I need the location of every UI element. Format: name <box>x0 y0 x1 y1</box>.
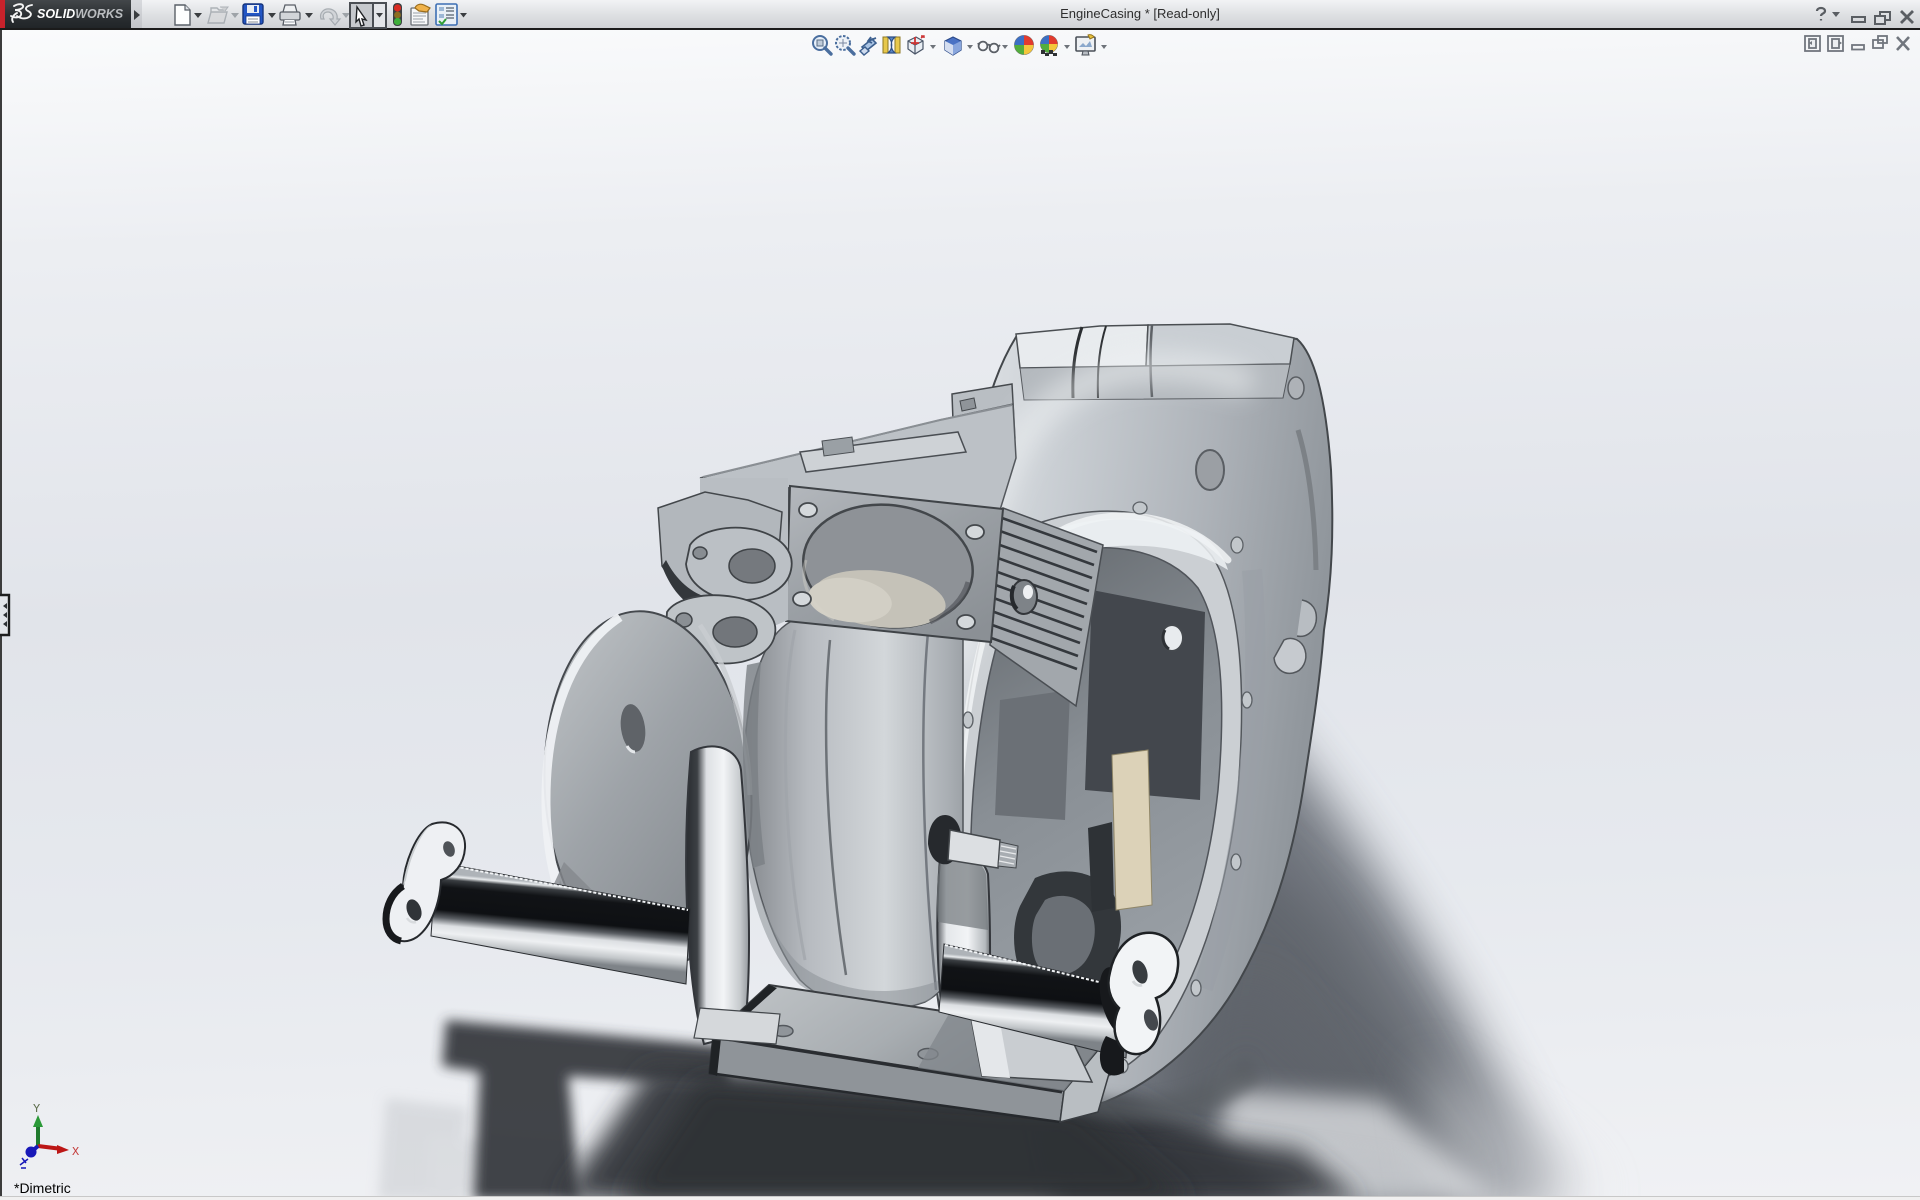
svg-text:SOLIDWORKS: SOLIDWORKS <box>37 7 124 21</box>
svg-text:X: X <box>72 1145 79 1159</box>
svg-text:Y: Y <box>33 1102 40 1116</box>
